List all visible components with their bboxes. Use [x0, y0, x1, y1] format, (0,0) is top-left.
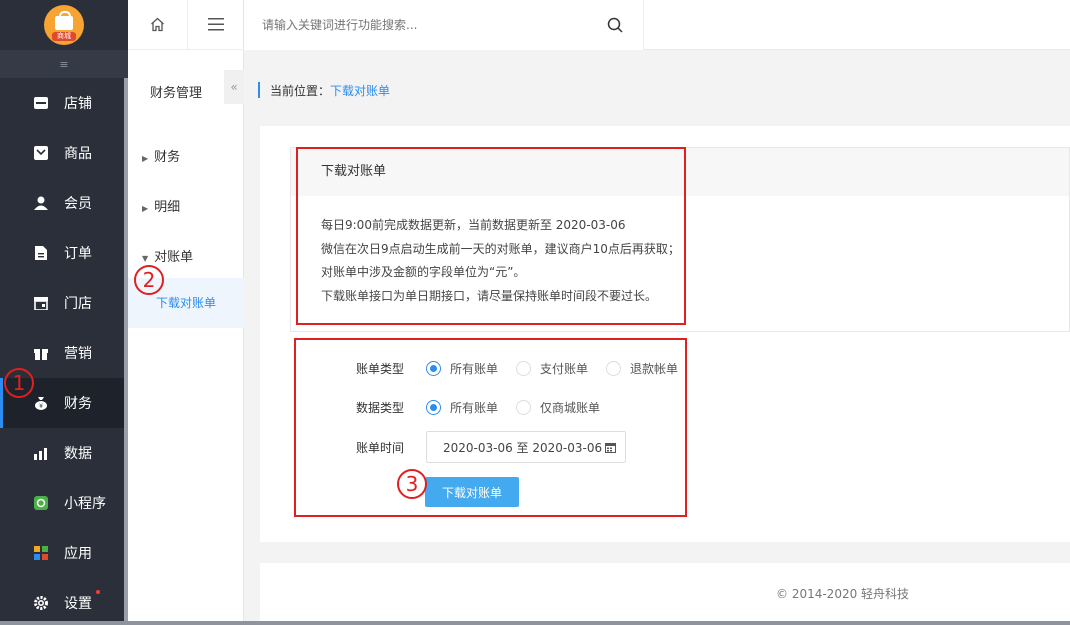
sub-group-label: 对账单	[154, 250, 194, 265]
logo-tag: 商城	[52, 32, 76, 41]
main-sidebar: 商城 ≡ 店铺 商品 会员 订单 门店 营销 ¥ 财务 数据 小程序 应用 设置	[0, 0, 128, 625]
caret-right-icon: ▶	[142, 204, 149, 213]
apps-icon	[34, 546, 48, 560]
nav-item-data[interactable]: 数据	[0, 428, 128, 478]
user-icon	[34, 196, 48, 210]
search-input[interactable]	[244, 0, 644, 50]
nav-item-orders[interactable]: 订单	[0, 228, 128, 278]
nav-item-members[interactable]: 会员	[0, 178, 128, 228]
nav-item-shops[interactable]: 门店	[0, 278, 128, 328]
home-button[interactable]	[128, 0, 188, 50]
sub-sidebar-title: 财务管理	[150, 86, 203, 101]
gear-icon	[34, 596, 48, 610]
hamburger-icon	[208, 18, 224, 31]
annotation-box-form	[294, 338, 687, 517]
nav-list: 店铺 商品 会员 订单 门店 营销 ¥ 财务 数据 小程序 应用 设置	[0, 78, 128, 625]
annotation-number-2: 2	[134, 265, 164, 295]
nav-item-label: 应用	[64, 546, 92, 562]
annotation-number-1: 1	[4, 368, 34, 398]
chart-icon	[34, 448, 47, 460]
collapse-menu-icon[interactable]: ≡	[0, 50, 128, 78]
sub-group-label: 财务	[154, 150, 181, 165]
nav-item-label: 数据	[64, 446, 92, 462]
footer-card	[260, 563, 1070, 625]
goods-icon	[34, 146, 48, 160]
annotation-number-3: 3	[397, 469, 427, 499]
collapse-double-left-icon[interactable]: «	[224, 70, 244, 104]
nav-item-label: 小程序	[64, 496, 106, 512]
nav-item-label: 门店	[64, 296, 92, 312]
money-bag-icon: ¥	[35, 397, 47, 410]
sub-group-statements[interactable]: ▼ 对账单	[142, 246, 193, 265]
sub-group-finance[interactable]: ▶ 财务	[142, 146, 180, 165]
shopping-bag-icon	[55, 11, 73, 30]
nav-item-goods[interactable]: 商品	[0, 128, 128, 178]
svg-text:¥: ¥	[39, 403, 43, 410]
store-icon	[34, 97, 48, 109]
logo-area: 商城	[0, 0, 128, 50]
nav-item-label: 商品	[64, 146, 92, 162]
logo[interactable]: 商城	[44, 5, 84, 45]
home-icon	[151, 17, 164, 32]
caret-right-icon: ▶	[142, 154, 149, 163]
breadcrumb-prefix: 当前位置：	[270, 84, 331, 98]
order-icon	[35, 246, 47, 260]
sub-group-label: 明细	[154, 200, 181, 215]
breadcrumb-current[interactable]: 下载对账单	[330, 84, 390, 98]
nav-item-label: 订单	[64, 246, 92, 262]
sub-group-details[interactable]: ▶ 明细	[142, 196, 180, 215]
nav-item-apps[interactable]: 应用	[0, 528, 128, 578]
search-icon[interactable]	[606, 16, 624, 34]
copyright-text: © 2014-2020 轻舟科技	[776, 587, 910, 601]
menu-toggle-button[interactable]	[188, 0, 244, 50]
nav-item-label: 设置	[64, 596, 92, 612]
nav-item-label: 店铺	[64, 96, 92, 112]
nav-item-label: 会员	[64, 196, 92, 212]
nav-item-store[interactable]: 店铺	[0, 78, 128, 128]
nav-item-label: 营销	[64, 346, 92, 362]
nav-item-settings[interactable]: 设置	[0, 578, 128, 625]
annotation-box-notice	[296, 147, 686, 325]
shop-icon	[34, 297, 48, 310]
gift-icon	[34, 349, 48, 360]
breadcrumb: 当前位置：下载对账单	[258, 82, 390, 98]
caret-down-icon: ▼	[142, 254, 149, 263]
miniprogram-icon	[34, 496, 48, 510]
nav-item-label: 财务	[64, 396, 92, 412]
nav-item-miniprogram[interactable]: 小程序	[0, 478, 128, 528]
bottom-scrollbar[interactable]	[0, 621, 1070, 625]
notification-dot	[96, 590, 100, 594]
top-bar	[244, 0, 1070, 50]
sub-sidebar: 财务管理 « ▶ 财务 ▶ 明细 ▼ 对账单 下载对账单	[128, 0, 244, 625]
divider	[643, 0, 644, 50]
